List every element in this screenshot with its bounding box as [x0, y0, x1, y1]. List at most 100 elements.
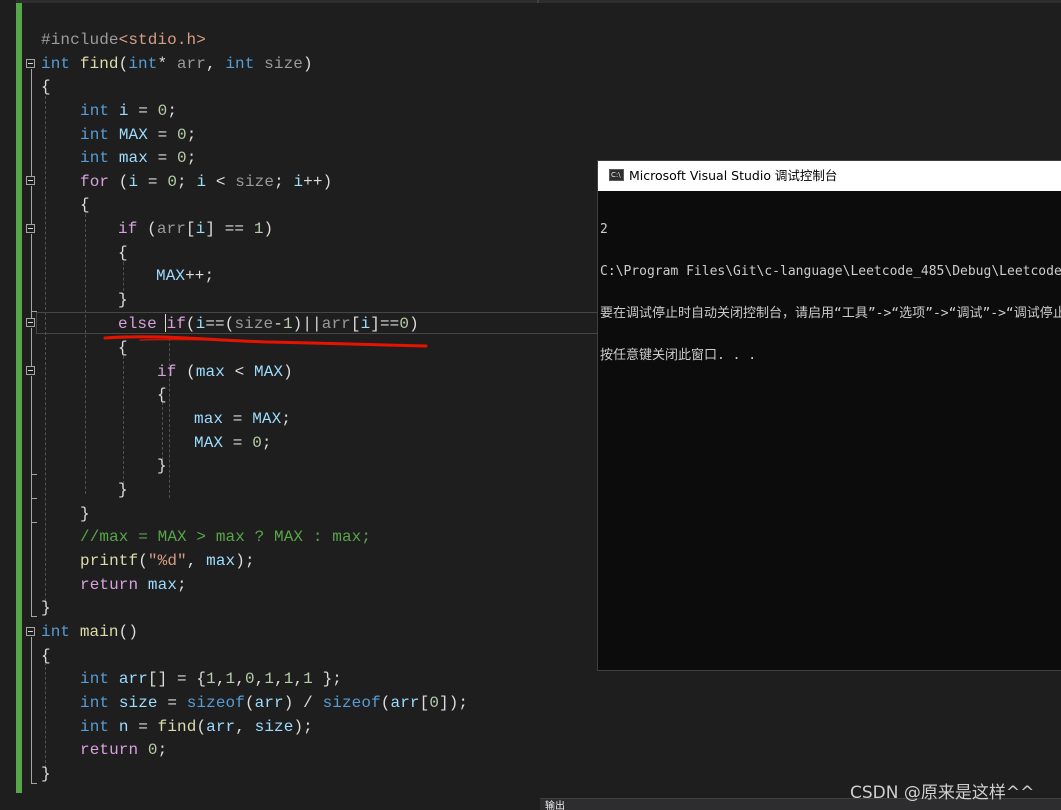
code-token: ( — [109, 173, 129, 191]
code-token: printf — [80, 552, 139, 570]
code-line[interactable]: max = MAX; — [194, 407, 291, 431]
code-token: find — [79, 55, 119, 73]
fold-toggle-find[interactable] — [26, 59, 35, 68]
code-line[interactable]: { — [157, 383, 167, 407]
red-underline-annotation — [103, 335, 428, 348]
code-line[interactable]: printf("%d", max); — [80, 549, 255, 573]
code-line[interactable]: int max = 0; — [80, 146, 196, 170]
code-token: ; — [157, 741, 168, 759]
code-token: , — [205, 55, 226, 73]
code-token: int — [41, 623, 71, 641]
code-token: < — [224, 363, 255, 381]
code-token: return — [80, 576, 139, 594]
code-token: arr — [156, 220, 186, 238]
code-line[interactable]: } — [118, 478, 128, 502]
code-token: ; — [186, 149, 197, 167]
code-token: 0 — [252, 434, 262, 452]
console-titlebar[interactable]: Microsoft Visual Studio 调试控制台 — [598, 161, 1061, 191]
code-token: else — [118, 315, 157, 333]
code-token: ); — [235, 552, 255, 570]
code-line[interactable]: if (arr[i] == 1) — [118, 217, 273, 241]
code-token: ; — [177, 173, 197, 191]
code-token: = — [147, 149, 178, 167]
code-line[interactable]: { — [118, 241, 128, 265]
code-line[interactable]: int n = find(arr, size); — [80, 715, 313, 739]
code-token: }; — [312, 670, 342, 688]
code-line[interactable]: int main() — [41, 620, 138, 644]
editor-gutter — [0, 0, 16, 810]
code-token: i — [128, 173, 139, 191]
code-line[interactable]: { — [80, 193, 90, 217]
code-line[interactable]: return 0; — [80, 738, 167, 762]
code-token: ) — [409, 315, 419, 333]
fold-toggle-else-if[interactable] — [26, 318, 35, 327]
code-token: , — [235, 670, 245, 688]
code-line[interactable]: } — [118, 288, 128, 312]
code-token: } — [41, 599, 51, 617]
code-token: ) — [302, 55, 313, 73]
code-token: 0 — [147, 741, 158, 759]
editor-top-border — [0, 0, 1061, 3]
code-token: ]== — [370, 315, 400, 333]
code-token: = — [157, 694, 187, 712]
code-line[interactable]: int arr[] = {1,1,0,1,1,1 }; — [80, 667, 342, 691]
code-token: = — [128, 102, 158, 120]
code-line[interactable]: MAX = 0; — [194, 431, 272, 455]
code-token: ] == — [205, 220, 254, 238]
fold-line — [31, 69, 32, 176]
code-line[interactable]: //max = MAX > max ? MAX : max; — [80, 525, 371, 549]
code-line[interactable]: { — [41, 75, 51, 99]
code-line[interactable]: int find(int* arr, int size) — [41, 52, 313, 76]
code-line[interactable]: #include<stdio.h> — [41, 28, 206, 52]
code-token: } — [157, 457, 167, 475]
fold-toggle-main[interactable] — [26, 627, 35, 636]
code-token: MAX — [254, 363, 284, 381]
code-line[interactable]: int i = 0; — [80, 99, 177, 123]
code-line[interactable]: int MAX = 0; — [80, 123, 196, 147]
fold-toggle-if[interactable] — [26, 224, 35, 233]
console-output: 2 C:\Program Files\Git\c-language\Leetco… — [600, 195, 1061, 391]
code-token: MAX — [252, 410, 282, 428]
code-line[interactable]: { — [41, 644, 51, 668]
code-token: [ — [419, 694, 430, 712]
code-token: max — [206, 552, 236, 570]
code-token: } — [118, 481, 128, 499]
code-token: i — [195, 315, 206, 333]
fold-toggle-if-max[interactable] — [26, 366, 35, 375]
code-line[interactable]: } — [157, 454, 167, 478]
code-token: { — [157, 386, 167, 404]
fold-end — [31, 498, 37, 499]
fold-toggle-for[interactable] — [26, 176, 35, 185]
code-token: if — [166, 315, 186, 333]
code-token: int — [41, 55, 71, 73]
code-token: ) — [263, 220, 274, 238]
code-line[interactable]: MAX++; — [156, 264, 214, 288]
code-token: size — [254, 718, 294, 736]
code-token: "%d" — [147, 552, 187, 570]
code-token: , — [215, 670, 226, 688]
code-token: ( — [185, 315, 196, 333]
code-line[interactable]: return max; — [80, 573, 187, 597]
debug-console-window[interactable]: Microsoft Visual Studio 调试控制台 2 C:\Progr… — [597, 160, 1061, 671]
console-app-icon — [609, 169, 624, 181]
code-line[interactable]: int size = sizeof(arr) / sizeof(arr[0]); — [80, 691, 468, 715]
code-token: 1 — [283, 670, 294, 688]
code-token: size — [118, 694, 158, 712]
code-line[interactable]: for (i = 0; i < size; i++) — [80, 170, 332, 194]
code-line[interactable]: } — [41, 596, 51, 620]
code-token: } — [41, 765, 51, 783]
code-token: ( — [244, 694, 255, 712]
ide-window: #include<stdio.h> int find(int* arr, int… — [0, 0, 1061, 810]
code-line[interactable]: if (max < MAX) — [157, 360, 293, 384]
code-line[interactable]: } — [80, 502, 90, 526]
code-token: int — [80, 126, 110, 144]
code-token: ++) — [303, 173, 333, 191]
code-line[interactable]: } — [41, 762, 51, 786]
